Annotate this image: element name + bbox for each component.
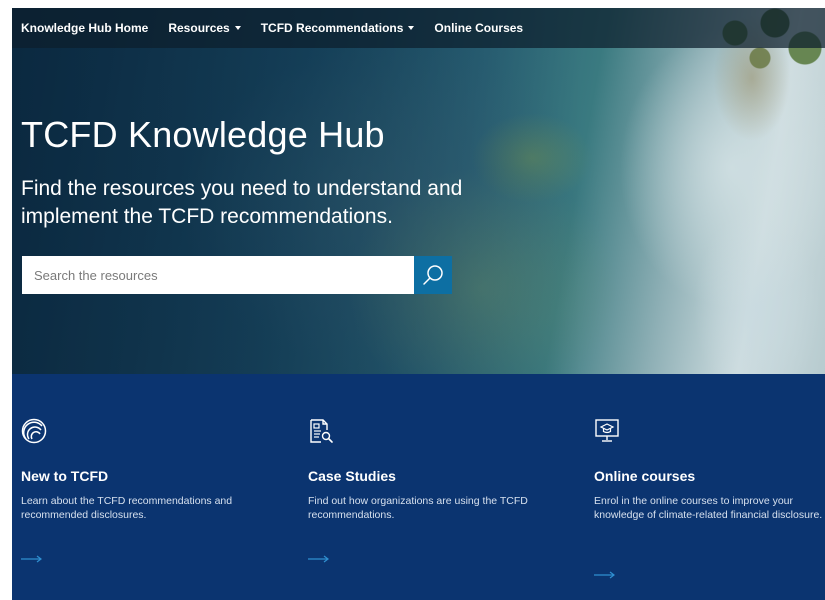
search-button[interactable] [414,256,452,294]
nav-item-label: Resources [168,21,230,35]
arrow-right-icon[interactable] [21,554,43,564]
nav-item-label: TCFD Recommendations [260,21,404,35]
card-title: Online courses [594,468,696,484]
page-title: TCFD Knowledge Hub [21,114,385,155]
card-description: Find out how organizations are using the… [308,495,528,521]
hero-banner: Knowledge Hub Home Resources TCFD Recomm… [12,8,825,374]
card-case-studies: Case Studies Find out how organizations … [308,374,568,600]
feature-cards: New to TCFD Learn about the TCFD recomme… [12,374,825,600]
nav-item-label: Knowledge Hub Home [21,21,149,35]
hero-subtitle: Find the resources you need to understan… [21,177,463,228]
arrow-right-icon[interactable] [308,554,330,564]
caret-down-icon [234,26,241,30]
top-navigation: Knowledge Hub Home Resources TCFD Recomm… [12,8,825,48]
signal-waves-icon [21,418,47,444]
nav-item-knowledge-hub-home[interactable]: Knowledge Hub Home [21,21,148,35]
card-description: Learn about the TCFD recommendations and… [21,495,233,521]
caret-down-icon [408,26,415,30]
search-icon [423,265,443,285]
card-title: New to TCFD [21,468,109,484]
online-course-monitor-icon [595,419,619,442]
nav-item-tcfd-recommendations[interactable]: TCFD Recommendations [261,21,415,35]
card-title: Case Studies [308,468,396,484]
document-search-icon [310,419,333,443]
nav-item-online-courses[interactable]: Online Courses [434,21,523,35]
arrow-right-icon[interactable] [594,570,616,580]
search-input[interactable] [22,256,414,294]
card-description: Enrol in the online courses to improve y… [594,495,823,521]
card-new-to-tcfd: New to TCFD Learn about the TCFD recomme… [21,374,281,600]
page: Knowledge Hub Home Resources TCFD Recomm… [12,8,825,600]
nav-item-label: Online Courses [434,21,524,35]
search-form [22,256,452,294]
card-online-courses: Online courses Enrol in the online cours… [594,374,825,600]
nav-item-resources[interactable]: Resources [168,21,241,35]
